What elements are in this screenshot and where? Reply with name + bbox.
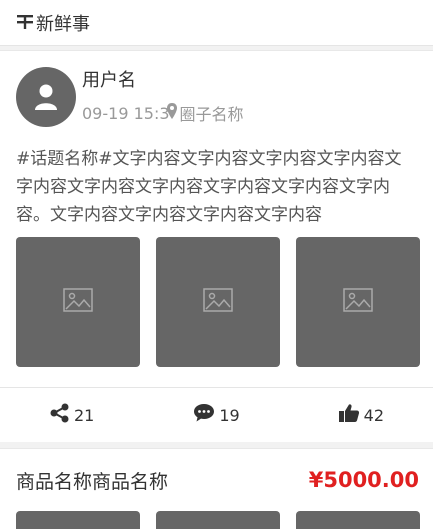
- share-button[interactable]: 21: [0, 403, 144, 427]
- post-card[interactable]: 用户名 09-19 15:3 圈子名称 #话题名称#文字内容文字内容文字内容文字…: [0, 50, 433, 442]
- post-images: [16, 237, 420, 367]
- post-time: 09-19 15:3: [82, 103, 170, 123]
- image-placeholder-icon: [343, 288, 373, 316]
- image-placeholder-icon: [203, 288, 233, 316]
- share-count: 21: [73, 405, 95, 425]
- thumbs-up-icon: [338, 403, 364, 427]
- circle-name[interactable]: 圈子名称: [180, 101, 244, 125]
- goods-image[interactable]: [296, 511, 420, 529]
- goods-image[interactable]: [16, 511, 140, 529]
- comment-button[interactable]: 19: [144, 403, 288, 427]
- avatar[interactable]: [16, 67, 76, 127]
- post-author[interactable]: 用户名 09-19 15:3 圈子名称: [16, 67, 419, 127]
- post-actions: 21 19 42: [0, 387, 433, 442]
- image-placeholder-icon: [63, 288, 93, 316]
- post-image[interactable]: [156, 237, 280, 367]
- like-button[interactable]: 42: [289, 403, 433, 427]
- goods-name[interactable]: 商品名称商品名称: [16, 467, 168, 494]
- news-icon: [16, 12, 34, 34]
- goods-images: [16, 511, 420, 529]
- username[interactable]: 用户名: [82, 69, 244, 93]
- page-title: 新鲜事: [36, 13, 90, 35]
- location-pin-icon: [166, 102, 178, 124]
- goods-image[interactable]: [156, 511, 280, 529]
- like-count: 42: [363, 405, 384, 425]
- share-icon: [50, 403, 74, 427]
- comment-icon: [193, 403, 219, 427]
- goods-price: ¥5000.00: [308, 468, 419, 492]
- header: 新鲜事: [0, 0, 433, 46]
- post-content[interactable]: #话题名称#文字内容文字内容文字内容文字内容文字内容文字内容文字内容文字内容文字…: [16, 145, 418, 229]
- post-image[interactable]: [16, 237, 140, 367]
- post-image[interactable]: [296, 237, 420, 367]
- comment-count: 19: [219, 405, 240, 425]
